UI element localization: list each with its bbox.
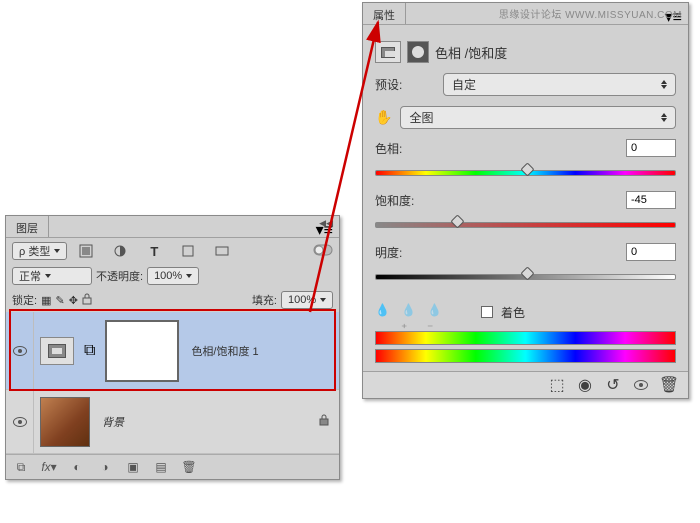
callout-arrow xyxy=(0,0,700,523)
